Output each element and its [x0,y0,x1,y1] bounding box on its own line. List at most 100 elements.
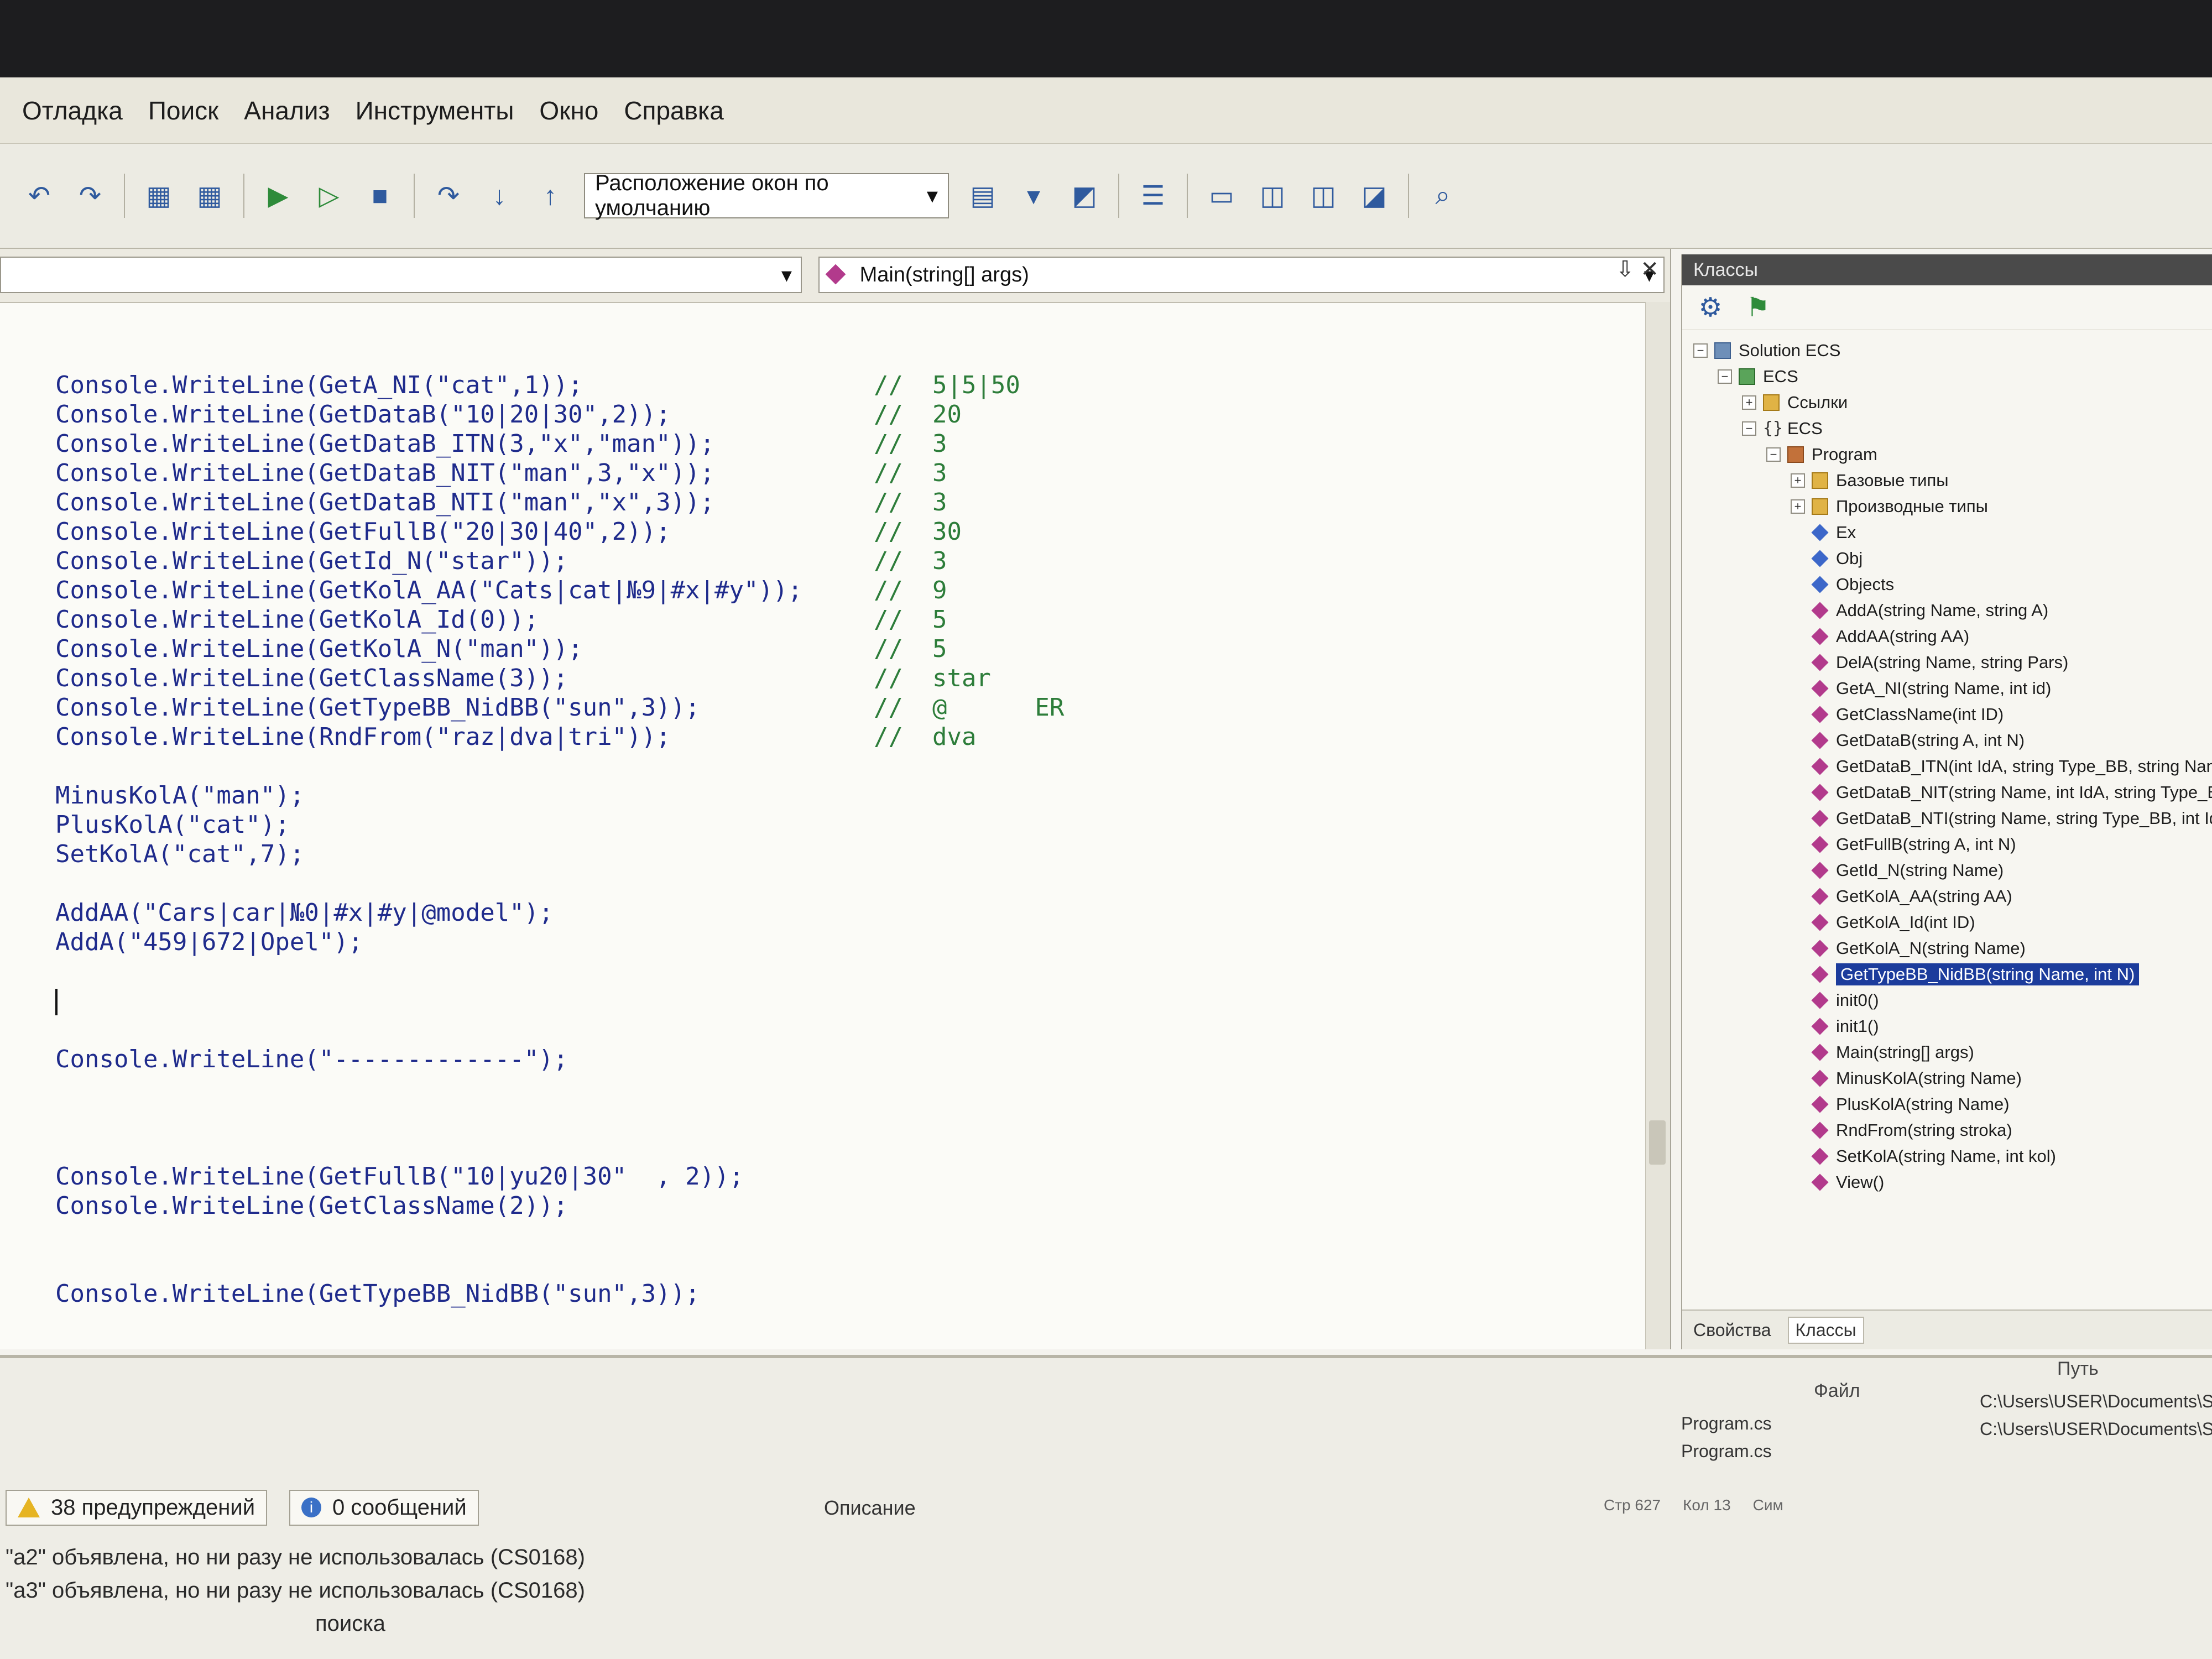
tree-node[interactable]: GetKolA_N(string Name) [1693,935,2208,961]
search-tab-label[interactable]: поиска [6,1607,585,1640]
scrollbar-thumb[interactable] [1649,1120,1666,1165]
expand-icon[interactable]: + [1791,473,1805,488]
code-line[interactable]: MinusKolA("man"); [55,781,1604,810]
bookmark-icon[interactable]: ◩ [1067,179,1102,213]
editor-scrollbar[interactable] [1645,302,1670,1349]
rebuild-icon[interactable]: ▦ [192,179,227,213]
tree-node[interactable]: Ex [1693,519,2208,545]
code-line[interactable]: Console.WriteLine(GetDataB_NIT("man",3,"… [55,458,1604,488]
code-line[interactable] [55,1133,1604,1162]
code-line[interactable]: Console.WriteLine(GetKolA_N("man")); // 5 [55,634,1604,664]
tree-node[interactable]: GetA_NI(string Name, int id) [1693,675,2208,701]
code-line[interactable]: Console.WriteLine(GetClassName(2)); [55,1191,1604,1220]
step-into-icon[interactable]: ↓ [482,179,517,213]
code-line[interactable]: Console.WriteLine(GetDataB_ITN(3,"x","ma… [55,429,1604,458]
tree-node[interactable]: + Производные типы [1693,493,2208,519]
code-line[interactable] [55,957,1604,986]
code-line[interactable] [55,752,1604,781]
menu-tools[interactable]: Инструменты [356,96,514,126]
tree-node[interactable]: RndFrom(string stroka) [1693,1117,2208,1143]
code-line[interactable]: AddA("459|672|Opel"); [55,927,1604,957]
code-line[interactable]: Console.WriteLine("-------------"); [55,1045,1604,1074]
code-line[interactable]: Console.WriteLine(GetKolA_AA("Cats|cat|№… [55,576,1604,605]
run-icon[interactable]: ▶ [261,179,295,213]
tree-node[interactable]: + Базовые типы [1693,467,2208,493]
indent-icon[interactable]: ☰ [1136,179,1170,213]
error-row-file[interactable]: Program.cs [1681,1413,1772,1434]
code-line[interactable]: Console.WriteLine(GetDataB_NTI("man","x"… [55,488,1604,517]
code-line[interactable] [55,869,1604,898]
tree-node[interactable]: GetClassName(int ID) [1693,701,2208,727]
search-icon[interactable]: ⌕ [1426,179,1460,213]
tree-node[interactable]: init1() [1693,1013,2208,1039]
tab-properties[interactable]: Свойства [1693,1320,1771,1340]
tree-node[interactable]: − Program [1693,441,2208,467]
layout-combo[interactable]: Расположение окон по умолчанию ▾ [584,171,949,220]
code-line[interactable]: Console.WriteLine(RndFrom("raz|dva|tri")… [55,722,1604,752]
collapse-icon[interactable]: − [1766,447,1781,462]
code-line[interactable] [55,1250,1604,1279]
collapse-icon[interactable]: − [1742,421,1756,436]
sort-icon[interactable]: ⚙ [1693,290,1728,325]
step-out-icon[interactable]: ↑ [533,179,567,213]
code-line[interactable]: Console.WriteLine(GetTypeBB_NidBB("sun",… [55,1279,1604,1308]
code-editor[interactable]: ▾ Main(string[] args) ▾ ⇩ ✕ Console.Writ… [0,249,1671,1349]
tree-node[interactable]: GetId_N(string Name) [1693,857,2208,883]
undo-icon[interactable]: ↶ [22,179,56,213]
tree-node[interactable]: AddA(string Name, string A) [1693,597,2208,623]
run-without-debug-icon[interactable]: ▷ [312,179,346,213]
expand-icon[interactable]: + [1742,395,1756,410]
tree-node[interactable]: − ECS [1693,363,2208,389]
tree-node[interactable]: GetKolA_AA(string AA) [1693,883,2208,909]
class-combo[interactable]: ▾ [0,257,802,293]
tree-node[interactable]: GetFullB(string A, int N) [1693,831,2208,857]
menu-search[interactable]: Поиск [148,96,218,126]
method-combo[interactable]: Main(string[] args) ▾ [818,257,1665,293]
code-line[interactable] [55,1074,1604,1103]
menu-help[interactable]: Справка [624,96,723,126]
tree-node[interactable]: − Solution ECS [1693,337,2208,363]
code-line[interactable]: Console.WriteLine(GetFullB("20|30|40",2)… [55,517,1604,546]
code-line[interactable] [55,986,1604,1015]
code-area[interactable]: Console.WriteLine(GetA_NI("cat",1)); // 5… [55,371,1604,1308]
warning-message[interactable]: "a2" объявлена, но ни разу не использова… [6,1541,585,1574]
tree-node[interactable]: GetDataB_NTI(string Name, string Type_BB… [1693,805,2212,831]
tree-node[interactable]: GetTypeBB_NidBB(string Name, int N) [1693,961,2208,987]
step-over-icon[interactable]: ↷ [431,179,466,213]
messages-toggle[interactable]: i 0 сообщений [289,1489,479,1526]
redo-icon[interactable]: ↷ [73,179,107,213]
filter-icon[interactable]: ⚑ [1741,290,1775,325]
tree-node[interactable]: DelA(string Name, string Pars) [1693,649,2208,675]
code-line[interactable]: Console.WriteLine(GetId_N("star")); // 3 [55,546,1604,576]
tree-node[interactable]: PlusKolA(string Name) [1693,1091,2208,1117]
error-row-path[interactable]: C:\Users\USER\Documents\SharpDevel [1980,1419,2212,1439]
window-next-icon[interactable]: ◫ [1306,179,1340,213]
code-line[interactable]: AddAA("Cars|car|№0|#x|#y|@model"); [55,898,1604,927]
menu-analysis[interactable]: Анализ [244,96,330,126]
document-icon[interactable]: ▤ [966,179,1000,213]
window-icon[interactable]: ▭ [1204,179,1239,213]
tree-node[interactable]: −{} ECS [1693,415,2208,441]
code-line[interactable]: SetKolA("cat",7); [55,839,1604,869]
tree-node[interactable]: + Ссылки [1693,389,2208,415]
tree-node[interactable]: SetKolA(string Name, int kol) [1693,1143,2208,1169]
collapse-icon[interactable]: − [1718,369,1732,384]
tree-node[interactable]: Obj [1693,545,2208,571]
column-header-file[interactable]: Файл [1814,1380,1860,1402]
window-prev-icon[interactable]: ◫ [1255,179,1290,213]
error-row-path[interactable]: C:\Users\USER\Documents\SharpDevel [1980,1391,2212,1412]
window-all-icon[interactable]: ◪ [1357,179,1391,213]
tree-node[interactable]: AddAA(string AA) [1693,623,2208,649]
code-line[interactable] [55,1220,1604,1250]
tree-node[interactable]: Objects [1693,571,2208,597]
tree-node[interactable]: Main(string[] args) [1693,1039,2208,1065]
stop-icon[interactable]: ■ [363,179,397,213]
code-line[interactable]: Console.WriteLine(GetTypeBB_NidBB("sun",… [55,693,1604,722]
code-line[interactable]: Console.WriteLine(GetFullB("10|yu20|30" … [55,1162,1604,1191]
collapse-icon[interactable]: − [1693,343,1708,358]
tree-node[interactable]: init0() [1693,987,2208,1013]
build-icon[interactable]: ▦ [142,179,176,213]
menu-window[interactable]: Окно [539,96,598,126]
tab-classes[interactable]: Классы [1787,1316,1864,1344]
tree-node[interactable]: GetDataB_NIT(string Name, int IdA, strin… [1693,779,2212,805]
